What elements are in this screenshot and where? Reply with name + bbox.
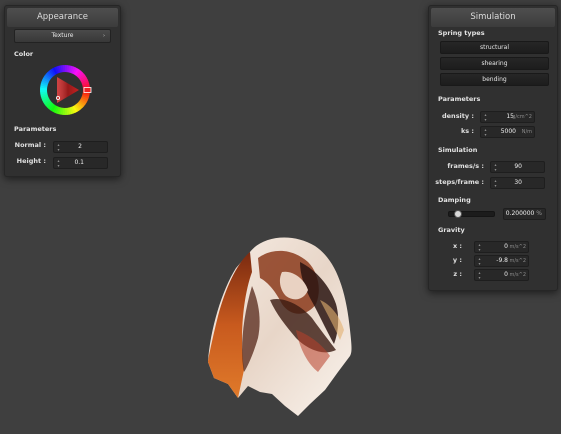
spring-types-label: Spring types (438, 29, 485, 37)
appearance-params-label: Parameters (14, 125, 57, 133)
spinner-arrows-icon[interactable]: ▴ ▾ (56, 158, 61, 168)
simulation-title[interactable]: Simulation (431, 8, 555, 27)
normal-input[interactable]: ▴ ▾ 2 (53, 141, 108, 153)
damping-input[interactable]: 0.200000 % (503, 208, 546, 220)
gravity-x-input[interactable]: ▴ ▾ 0 m/s^2 (474, 241, 529, 253)
damping-label: Damping (438, 196, 471, 204)
ks-input[interactable]: ▴ ▾ 5000 N/m (480, 126, 535, 138)
simulation-section-label: Simulation (438, 146, 478, 154)
sim-parameters-label: Parameters (438, 95, 481, 103)
ks-label: ks : (460, 127, 474, 135)
structural-button[interactable]: structural (440, 41, 549, 54)
gravity-z-value: 0 (504, 271, 508, 278)
steps-value: 30 (514, 179, 522, 186)
gravity-x-unit: m/s^2 (509, 244, 526, 250)
appearance-panel: Appearance Texture › Color Parameters No… (4, 5, 121, 177)
gravity-x-value: 0 (504, 243, 508, 250)
gravity-label: Gravity (438, 226, 465, 234)
shearing-button[interactable]: shearing (440, 57, 549, 70)
height-value: 0.1 (74, 159, 84, 166)
height-input[interactable]: ▴ ▾ 0.1 (53, 157, 108, 169)
fps-label: frames/s : (447, 162, 484, 170)
color-section-label: Color (14, 50, 34, 58)
height-label: Height : (16, 157, 46, 165)
damping-value: 0.200000 (505, 210, 535, 217)
spinner-arrows-icon[interactable]: ▴ ▾ (477, 270, 482, 280)
gravity-z-label: z : (453, 270, 462, 278)
spinner-arrows-icon[interactable]: ▴ ▾ (493, 178, 498, 188)
steps-input[interactable]: ▴ ▾ 30 (490, 177, 545, 189)
draped-cloth[interactable] (208, 237, 352, 416)
steps-label: steps/frame : (435, 178, 484, 186)
spinner-arrows-icon[interactable]: ▴ ▾ (493, 162, 498, 172)
gravity-y-unit: m/s^2 (509, 258, 526, 264)
density-label: density : (442, 112, 474, 120)
fps-value: 90 (514, 163, 522, 170)
gravity-z-input[interactable]: ▴ ▾ 0 m/s^2 (474, 269, 529, 281)
appearance-title[interactable]: Appearance (7, 8, 118, 27)
bending-button[interactable]: bending (440, 73, 549, 86)
spinner-arrows-icon[interactable]: ▴ ▾ (56, 142, 61, 152)
damping-unit: % (536, 210, 542, 217)
fps-input[interactable]: ▴ ▾ 90 (490, 161, 545, 173)
density-input[interactable]: ▴ ▾ 15 g/cm^2 (480, 111, 535, 123)
gravity-y-value: -9.8 (496, 257, 508, 264)
ks-value: 5000 (500, 128, 516, 135)
normal-value: 2 (78, 143, 82, 150)
spinner-arrows-icon[interactable]: ▴ ▾ (483, 112, 488, 122)
chevron-right-icon: › (103, 33, 105, 39)
gravity-y-label: y : (452, 256, 462, 264)
color-wheel[interactable] (38, 63, 92, 117)
simulation-panel: Simulation Spring types structural shear… (428, 5, 558, 291)
spinner-arrows-icon[interactable]: ▴ ▾ (483, 127, 488, 137)
hue-selector-marker[interactable] (83, 87, 92, 93)
gravity-z-unit: m/s^2 (509, 272, 526, 278)
density-unit: g/cm^2 (512, 114, 532, 120)
spinner-arrows-icon[interactable]: ▴ ▾ (477, 256, 482, 266)
damping-slider-knob[interactable] (454, 210, 462, 218)
gravity-y-input[interactable]: ▴ ▾ -9.8 m/s^2 (474, 255, 529, 267)
ks-unit: N/m (521, 129, 532, 135)
texture-dropdown[interactable]: Texture › (14, 29, 111, 43)
normal-label: Normal : (14, 141, 46, 149)
texture-dropdown-label: Texture (51, 32, 74, 39)
gravity-x-label: x : (452, 242, 462, 250)
spinner-arrows-icon[interactable]: ▴ ▾ (477, 242, 482, 252)
